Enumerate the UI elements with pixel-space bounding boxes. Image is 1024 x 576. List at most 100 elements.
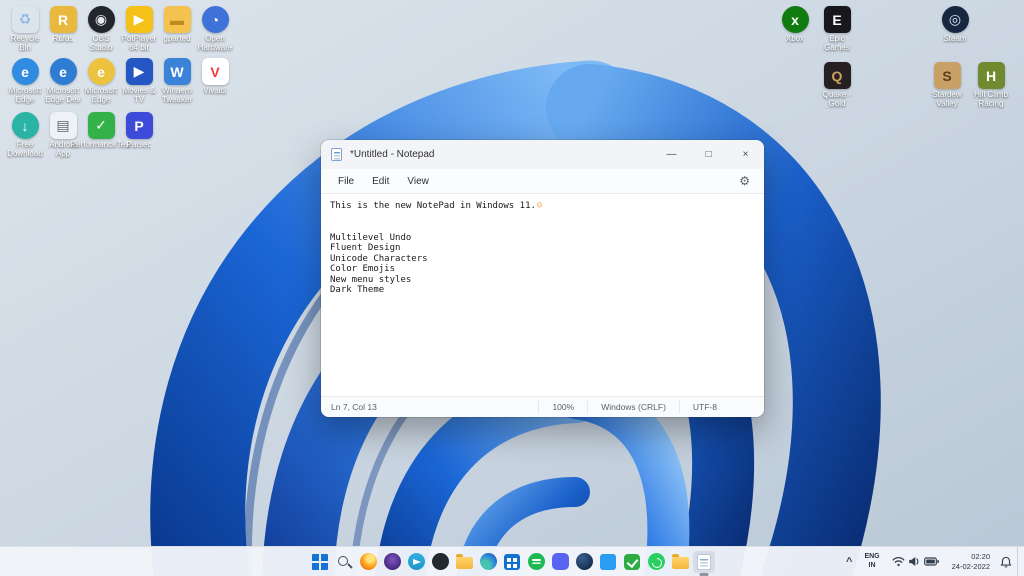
taskbar-file-explorer-button[interactable] (453, 551, 475, 573)
microsoft-edge-icon (480, 553, 497, 570)
notepad-text-line: New menu styles (330, 275, 755, 286)
desktop-icon-quake[interactable]: Q Quake - Gold Edition (818, 62, 856, 109)
taskbar-search-button[interactable] (333, 551, 355, 573)
desktop-icon-xbox[interactable]: x Xbox (776, 6, 814, 44)
taskbar-tor-browser-button[interactable] (381, 551, 403, 573)
clock-date: 24-02-2022 (952, 562, 990, 571)
checkmark-app-icon (624, 554, 640, 570)
notification-center-button[interactable] (997, 556, 1017, 568)
volume-icon[interactable] (908, 556, 921, 567)
app-icon: ◎ (942, 6, 969, 33)
taskbar: ^ ENG IN (0, 546, 1024, 576)
desktop: ♻ Recycle Bin R Rufus ◉ OBS Studio ▶ Pot… (0, 0, 1024, 576)
desktop-icon-epic-games-launcher[interactable]: E Epic Games Launcher (818, 6, 856, 53)
desktop-icon-movies-tv[interactable]: ▶ Movies & TV (120, 58, 158, 105)
app-icon: ▶ (126, 6, 153, 33)
notepad-text-area[interactable]: This is the new NotePad in Windows 11. ☺… (321, 194, 764, 396)
desktop-icon-steam[interactable]: ◎ Steam (936, 6, 974, 44)
app-icon: ▶ (126, 58, 153, 85)
firefox-icon (360, 553, 377, 570)
desktop-icon-microsoft-edge[interactable]: e Microsoft Edge (6, 58, 44, 105)
window-controls: — □ × (653, 140, 764, 169)
app-icon: ✓ (88, 112, 115, 139)
app-icon: ▬ (164, 6, 191, 33)
system-tray: ^ ENG IN (840, 547, 1020, 576)
zoom-level[interactable]: 100% (538, 401, 587, 414)
clock[interactable]: 02:20 24-02-2022 (945, 552, 997, 571)
spotify-icon (528, 553, 545, 570)
telegram-icon (408, 553, 425, 570)
settings-gear-icon[interactable]: ⚙ (733, 174, 756, 188)
tray-status-icons[interactable] (886, 556, 945, 567)
app-icon: R (50, 6, 77, 33)
maximize-button[interactable]: □ (690, 140, 727, 169)
file-explorer-icon (456, 557, 473, 569)
hidden-icons-chevron[interactable]: ^ (840, 556, 858, 568)
close-button[interactable]: × (727, 140, 764, 169)
desktop-icon-recycle-bin[interactable]: ♻ Recycle Bin (6, 6, 44, 53)
desktop-icon-android-app-installer[interactable]: ▤ Android App Installer (44, 112, 82, 159)
desktop-icon-gparted[interactable]: ▬ gparted (158, 6, 196, 44)
windows-start-icon (312, 554, 328, 570)
menu-item[interactable]: View (398, 173, 438, 190)
taskbar-edge-button[interactable] (477, 551, 499, 573)
desktop-icon-obs-studio[interactable]: ◉ OBS Studio (82, 6, 120, 53)
battery-icon[interactable] (924, 557, 939, 566)
desktop-icon-open-hardware-monitor[interactable]: ◔ Open Hardware Monitor (196, 6, 234, 53)
notepad-text-line: Fluent Design (330, 243, 755, 254)
encoding-indicator[interactable]: UTF-8 (679, 401, 730, 414)
desktop-icon-label: Vivaldi (203, 87, 226, 96)
window-title: *Untitled - Notepad (350, 149, 435, 160)
taskbar-start-button[interactable] (309, 551, 331, 573)
desktop-icon-label: Hill Climb Racing (972, 91, 1010, 109)
desktop-icon-stardew-valley[interactable]: S Stardew Valley (928, 62, 966, 109)
whatsapp-icon (648, 553, 665, 570)
taskbar-github-button[interactable] (429, 551, 451, 573)
menu-item[interactable]: File (329, 173, 363, 190)
app-icon: e (12, 58, 39, 85)
taskbar-notepad-button[interactable] (693, 551, 715, 573)
taskbar-telegram-button[interactable] (405, 551, 427, 573)
notepad-icon (697, 554, 711, 570)
language-indicator[interactable]: ENG IN (858, 553, 885, 569)
taskbar-folder-button[interactable] (669, 551, 691, 573)
desktop-icon-hill-climb-racing[interactable]: H Hill Climb Racing (972, 62, 1010, 109)
desktop-icon-winaero-tweaker[interactable]: W Winaero Tweaker (158, 58, 196, 105)
desktop-icon-label: Epic Games Launcher (818, 35, 856, 53)
taskbar-check-app-button[interactable] (621, 551, 643, 573)
taskbar-microsoft-store-button[interactable] (501, 551, 523, 573)
notepad-titlebar[interactable]: *Untitled - Notepad — □ × (321, 140, 764, 169)
show-desktop-strip[interactable] (1017, 547, 1020, 576)
desktop-icon-rufus[interactable]: R Rufus (44, 6, 82, 44)
desktop-icon-potplayer[interactable]: ▶ PotPlayer 64 bit (120, 6, 158, 53)
app-icon: V (202, 58, 229, 85)
desktop-icon-performancetest[interactable]: ✓ PerformanceTest (82, 112, 120, 150)
taskbar-firefox-button[interactable] (357, 551, 379, 573)
taskbar-vscode-button[interactable] (597, 551, 619, 573)
notepad-text-line (330, 212, 755, 223)
taskbar-steam-button[interactable] (573, 551, 595, 573)
menu-item[interactable]: Edit (363, 173, 398, 190)
taskbar-discord-button[interactable] (549, 551, 571, 573)
language-line2: IN (869, 562, 876, 570)
desktop-icon-microsoft-edge-canary[interactable]: e Microsoft Edge Canary (82, 58, 120, 105)
app-icon: ◔ (202, 6, 229, 33)
taskbar-spotify-button[interactable] (525, 551, 547, 573)
notepad-text-line: Dark Theme (330, 285, 755, 296)
desktop-icon-free-download-manager[interactable]: ↓ Free Download Manager (6, 112, 44, 159)
desktop-icon-label: Steam (943, 35, 966, 44)
notepad-text-line (330, 222, 755, 233)
line-ending-indicator[interactable]: Windows (CRLF) (587, 401, 679, 414)
wifi-icon[interactable] (892, 556, 905, 567)
desktop-icon-vivaldi[interactable]: V Vivaldi (196, 58, 234, 96)
notepad-text: This is the new NotePad in Windows 11. (330, 201, 536, 212)
language-line1: ENG (864, 553, 879, 561)
desktop-icon-microsoft-edge-dev[interactable]: e Microsoft Edge Dev (44, 58, 82, 105)
bell-icon (1000, 556, 1012, 568)
minimize-button[interactable]: — (653, 140, 690, 169)
taskbar-whatsapp-button[interactable] (645, 551, 667, 573)
notepad-text-line: Unicode Characters (330, 254, 755, 265)
github-icon (432, 553, 449, 570)
desktop-icon-parsec[interactable]: P Parsec (120, 112, 158, 150)
desktop-icon-label: Rufus (53, 35, 74, 44)
